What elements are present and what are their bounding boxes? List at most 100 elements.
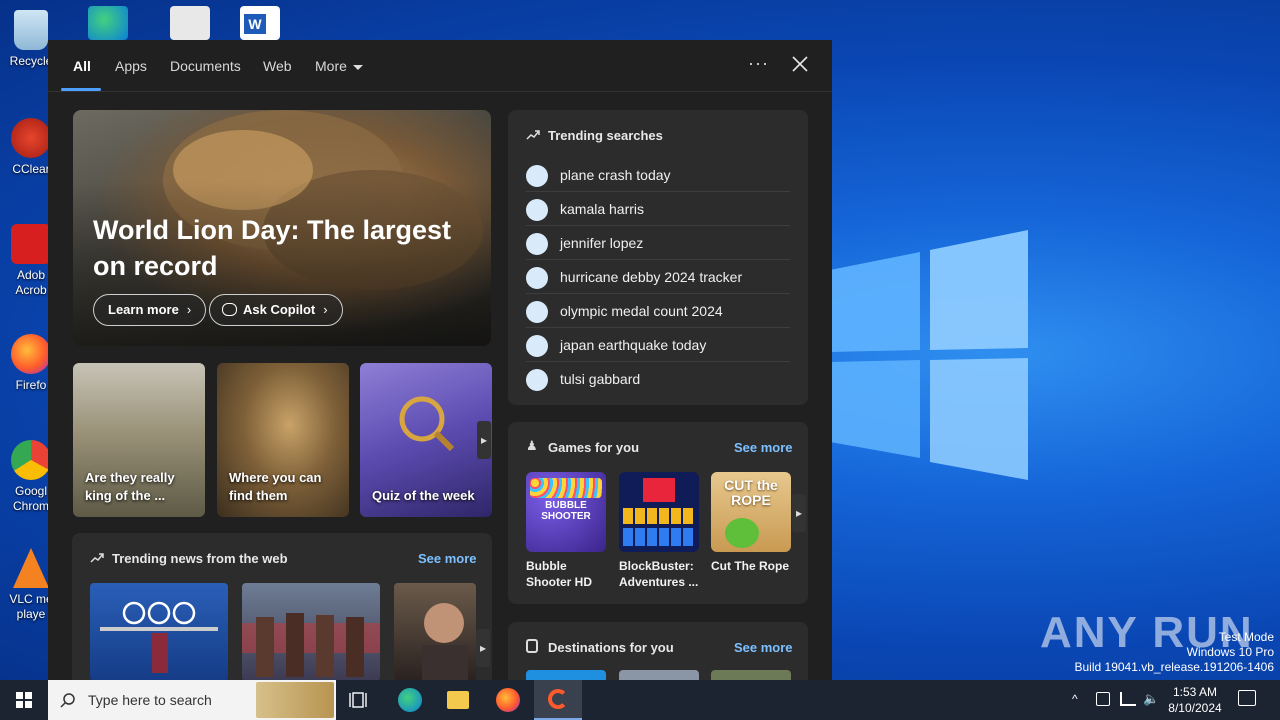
file-desktop-icon[interactable] [170,6,210,40]
trending-item-label: plane crash today [560,167,671,183]
news-see-more-link[interactable]: See more [418,551,477,566]
games-card: ♟ Games for you See more BUBBLE SHOOTER … [508,422,808,604]
network-icon[interactable] [1120,692,1136,706]
luggage-icon [526,639,538,653]
blockbuster-art [619,472,699,552]
taskbar-firefox[interactable] [484,680,532,720]
trending-item[interactable]: jennifer lopez [526,226,790,260]
destination-tile[interactable] [526,670,606,680]
edge-desktop-icon[interactable] [88,6,128,40]
destination-tile[interactable] [711,670,791,680]
search-icon [526,335,548,357]
ask-copilot-button[interactable]: Ask Copilot › [209,294,343,326]
trending-item-label: olympic medal count 2024 [560,303,723,319]
trending-item-label: tulsi gabbard [560,371,641,387]
news-item-weightlifting[interactable] [90,583,228,680]
taskbar-search-placeholder: Type here to search [88,692,212,708]
desktop-icon-label: VLC me playe [9,592,53,621]
game-cut-the-rope[interactable]: CUT the ROPE Cut The Rope [711,472,791,574]
trending-news-title: Trending news from the web [112,551,288,566]
tiles-next-button[interactable]: ▸ [477,421,491,459]
chrome-icon [11,440,51,480]
games-icon: ♟ [526,438,538,453]
show-hidden-icons-button[interactable]: ^ [1072,692,1078,706]
tab-web[interactable]: Web [263,58,292,74]
clock-date: 8/10/2024 [1168,701,1222,715]
more-options-button[interactable]: ··· [748,53,769,74]
system-clock[interactable]: 1:53 AM 8/10/2024 [1160,684,1230,716]
taskbar-edge[interactable] [386,680,434,720]
olympic-rings-image [100,601,218,673]
search-icon [526,301,548,323]
trending-item[interactable]: japan earthquake today [526,328,790,362]
recycle-bin-icon [14,10,48,50]
games-see-more-link[interactable]: See more [734,440,793,455]
taskbar-search-box[interactable]: Type here to search [48,680,336,720]
trending-item[interactable]: olympic medal count 2024 [526,294,790,328]
taskbar-file-explorer[interactable] [434,680,482,720]
tile-label: Where you can find them [229,470,322,503]
hero-card[interactable]: World Lion Day: The largest on record Le… [73,110,491,346]
game-blockbuster[interactable]: BlockBuster: Adventures ... [619,472,699,590]
tile-label: Are they really king of the ... [85,470,175,503]
news-item-portrait[interactable] [394,583,476,680]
edge-icon [398,688,422,712]
active-tab-indicator [61,88,101,91]
windows-edition-line: Windows 10 Pro [1186,645,1274,659]
trending-item[interactable]: plane crash today [526,158,790,192]
search-icon [526,267,548,289]
word-desktop-icon[interactable]: W [240,6,280,40]
cut-the-rope-art-text: CUT the ROPE [724,477,778,508]
windows-start-icon[interactable] [0,680,48,720]
game-bubble-shooter[interactable]: BUBBLE SHOOTER Bubble Shooter HD [526,472,606,590]
chevron-down-icon [352,64,363,70]
desktop-icon-label: Adob Acrob [15,268,47,297]
chevron-right-icon: › [323,302,328,317]
search-icon [526,369,548,391]
trending-item-label: hurricane debby 2024 tracker [560,269,743,285]
trending-news-card: Trending news from the web See more ▸ [72,533,492,680]
trending-item[interactable]: hurricane debby 2024 tracker [526,260,790,294]
trending-icon [90,553,104,563]
trending-item-label: kamala harris [560,201,645,217]
taskbar-search-app[interactable] [534,680,582,720]
destination-tile[interactable] [619,670,699,680]
tab-all[interactable]: All [73,58,91,74]
task-view-button[interactable] [336,680,384,720]
volume-icon[interactable]: 🔈 [1143,691,1159,707]
tab-documents[interactable]: Documents [170,58,241,74]
learn-more-button[interactable]: Learn more › [93,294,207,326]
destinations-title: Destinations for you [548,640,674,655]
destinations-see-more-link[interactable]: See more [734,640,793,655]
trending-item[interactable]: kamala harris [526,192,790,226]
trending-item[interactable]: tulsi gabbard [526,362,790,396]
tile-king[interactable]: Are they really king of the ... [73,363,205,517]
games-next-button[interactable]: ▸ [792,494,806,532]
game-name: BlockBuster: Adventures ... [619,559,699,589]
windows-logo-wallpaper [830,230,1028,480]
tab-apps[interactable]: Apps [115,58,147,74]
close-icon[interactable] [790,54,810,74]
news-next-button[interactable]: ▸ [476,629,490,667]
desktop-icon-label: CClear [12,162,50,176]
tab-more[interactable]: More [315,58,363,74]
build-line: Build 19041.vb_release.191206-1406 [1074,660,1275,674]
search-icon [60,693,75,708]
notifications-icon[interactable] [1238,690,1256,706]
trending-item-label: japan earthquake today [560,337,707,353]
trending-searches-card: Trending searches plane crash today kama… [508,110,808,405]
acrobat-icon [11,224,51,264]
news-item-relay[interactable] [242,583,380,680]
chat-bubble-icon [222,303,237,316]
desktop-icon-label: Googl Chrom [12,484,49,513]
athletes-image [242,613,380,677]
tab-more-label: More [315,58,347,74]
tile-quiz[interactable]: Quiz of the week [360,363,492,517]
desktop-icon-label: Recycle [9,54,53,68]
trending-searches-title: Trending searches [548,128,663,143]
trending-icon [526,130,540,140]
tile-where[interactable]: Where you can find them [217,363,349,517]
hero-title: World Lion Day: The largest on record [93,215,452,281]
meet-now-icon[interactable] [1096,692,1110,706]
portrait-image [422,603,468,680]
